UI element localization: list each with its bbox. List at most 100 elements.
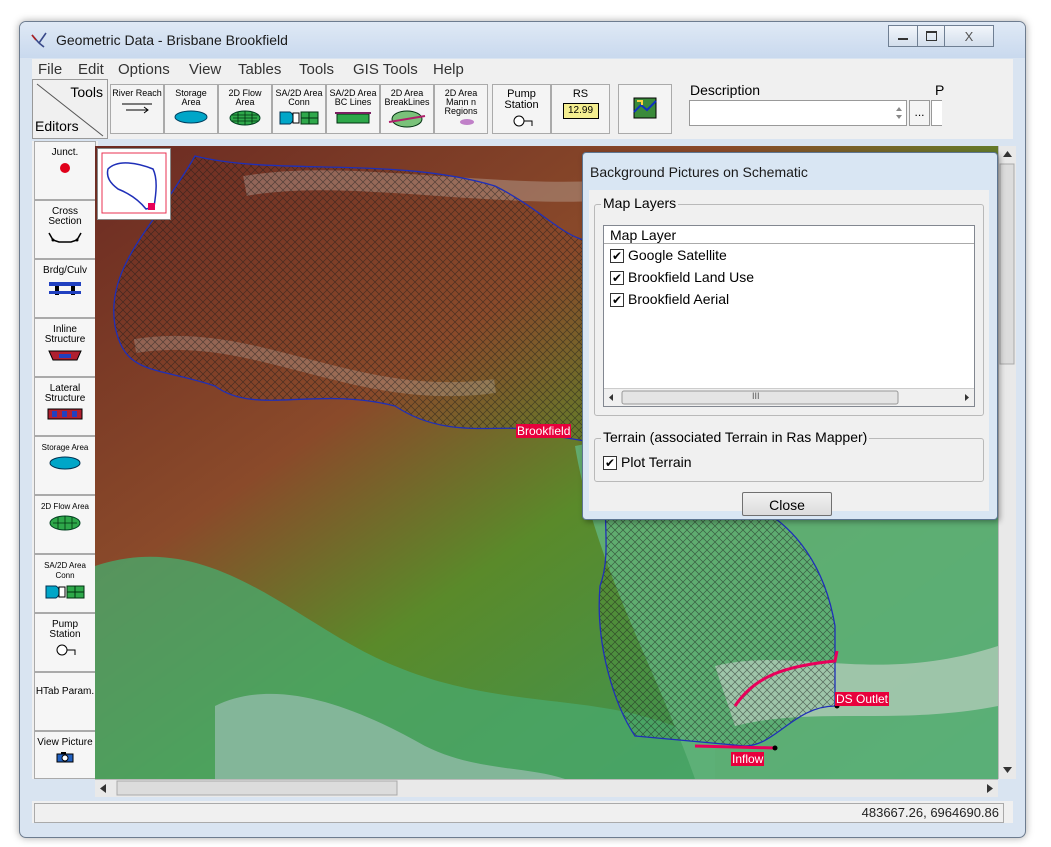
menu-file[interactable]: File bbox=[38, 61, 62, 78]
2d-flow-area-label: 2D Flow Area bbox=[228, 88, 262, 107]
storage-area-icon bbox=[49, 456, 81, 470]
overview-outline bbox=[101, 152, 167, 214]
left-toolbar: Junct. Cross Section Brdg/Culv Inline St… bbox=[32, 141, 98, 779]
mann-n-regions-button[interactable]: 2D Area Mann n Regions bbox=[434, 84, 488, 134]
dialog-close-button[interactable]: Close bbox=[742, 492, 832, 516]
bridge-culvert-label: Brdg/Culv bbox=[43, 265, 87, 276]
map-layers-list[interactable]: Map Layer ✔ Google Satellite ✔ Brookfiel… bbox=[603, 225, 975, 407]
maximize-button[interactable] bbox=[917, 25, 945, 47]
cross-section-button[interactable]: Cross Section bbox=[34, 200, 96, 259]
htab-param-button[interactable]: HTab Param. bbox=[34, 672, 96, 731]
menu-tables[interactable]: Tables bbox=[238, 61, 281, 78]
bc-lines-button[interactable]: SA/2D Area BC Lines bbox=[326, 84, 380, 134]
rs-button[interactable]: RS 12.99 bbox=[551, 84, 610, 134]
overview-inset-map[interactable] bbox=[97, 148, 171, 220]
left-sa-2d-conn-button[interactable]: SA/2D Area Conn bbox=[34, 554, 96, 613]
junction-icon bbox=[60, 163, 70, 173]
river-reach-label: River Reach bbox=[112, 88, 162, 98]
view-picture-button[interactable]: View Picture bbox=[34, 731, 96, 779]
tools-label: Tools bbox=[70, 84, 103, 100]
check-icon: ✔ bbox=[611, 249, 623, 263]
sa-2d-conn-button[interactable]: SA/2D Area Conn bbox=[272, 84, 326, 134]
minimize-icon bbox=[898, 38, 908, 40]
junction-button[interactable]: Junct. bbox=[34, 141, 96, 200]
plot-terrain-label: Plot Terrain bbox=[621, 454, 692, 470]
description-field[interactable] bbox=[689, 100, 907, 126]
storage-area-icon bbox=[174, 110, 208, 124]
layer-checkbox-google-satellite[interactable]: ✔ bbox=[610, 249, 624, 263]
left-storage-area-label: Storage Area bbox=[41, 443, 89, 452]
tools-editors-box: Tools Editors bbox=[32, 79, 108, 139]
spin-arrows-icon[interactable] bbox=[895, 104, 903, 122]
minimize-button[interactable] bbox=[888, 25, 918, 47]
breaklines-button[interactable]: 2D Area BreakLines bbox=[380, 84, 434, 134]
2d-flow-area-icon bbox=[49, 515, 81, 531]
left-pump-station-label: Pump Station bbox=[49, 619, 81, 640]
layer-checkbox-aerial[interactable]: ✔ bbox=[610, 293, 624, 307]
terrain-group-title: Terrain (associated Terrain in Ras Mappe… bbox=[601, 429, 870, 445]
river-reach-icon bbox=[122, 103, 152, 114]
background-pictures-dialog: Background Pictures on Schematic Map Lay… bbox=[582, 152, 998, 520]
map-layers-group-title: Map Layers bbox=[601, 195, 679, 211]
left-2d-flow-area-button[interactable]: 2D Flow Area bbox=[34, 495, 96, 554]
left-storage-area-button[interactable]: Storage Area bbox=[34, 436, 96, 495]
check-icon: ✔ bbox=[611, 271, 623, 285]
editor-toolbar: Tools Editors River Reach Storage Area 2… bbox=[32, 79, 1013, 139]
maximize-icon bbox=[925, 31, 937, 41]
left-pump-station-button[interactable]: Pump Station bbox=[34, 613, 96, 672]
layer-label-aerial: Brookfield Aerial bbox=[628, 291, 730, 307]
storage-area-button[interactable]: Storage Area bbox=[164, 84, 218, 134]
menu-help[interactable]: Help bbox=[433, 61, 464, 78]
map-label-inflow[interactable]: Inflow bbox=[731, 752, 765, 766]
editors-label: Editors bbox=[35, 118, 79, 134]
map-label-ds-outlet[interactable]: DS Outlet bbox=[835, 692, 890, 706]
layer-label-land-use: Brookfield Land Use bbox=[628, 269, 755, 285]
menu-gis-tools[interactable]: GIS Tools bbox=[353, 61, 418, 78]
sa-2d-conn-icon bbox=[45, 585, 85, 599]
plot-terrain-checkbox[interactable]: ✔ bbox=[603, 456, 617, 470]
menu-edit[interactable]: Edit bbox=[78, 61, 104, 78]
map-layers-group: Map Layers Map Layer ✔ Google Satellite … bbox=[594, 195, 984, 416]
bc-lines-icon bbox=[335, 112, 371, 124]
pump-station-button[interactable]: Pump Station bbox=[492, 84, 551, 134]
htab-param-label: HTab Param. bbox=[35, 686, 95, 697]
view-picture-label: View Picture bbox=[37, 737, 93, 748]
menu-view[interactable]: View bbox=[189, 61, 221, 78]
menu-tools[interactable]: Tools bbox=[299, 61, 334, 78]
lateral-structure-button[interactable]: Lateral Structure bbox=[34, 377, 96, 436]
layer-checkbox-land-use[interactable]: ✔ bbox=[610, 271, 624, 285]
cross-section-label: Cross Section bbox=[48, 206, 82, 227]
2d-flow-area-button[interactable]: 2D Flow Area bbox=[218, 84, 272, 134]
description-label: Description bbox=[690, 82, 761, 98]
menu-options[interactable]: Options bbox=[118, 61, 170, 78]
cross-section-icon bbox=[48, 232, 82, 243]
river-reach-button[interactable]: River Reach bbox=[110, 84, 164, 134]
map-layer-header-label: Map Layer bbox=[610, 227, 677, 243]
check-icon: ✔ bbox=[604, 456, 616, 470]
bc-lines-label: SA/2D Area BC Lines bbox=[329, 88, 377, 107]
cut-off-label: P bbox=[935, 82, 945, 98]
bridge-culvert-button[interactable]: Brdg/Culv bbox=[34, 259, 96, 318]
description-ellipsis-button[interactable]: ... bbox=[909, 100, 930, 126]
window-title: Geometric Data - Brisbane Brookfield bbox=[56, 32, 288, 48]
rs-icon: 12.99 bbox=[562, 103, 599, 119]
breaklines-icon bbox=[388, 110, 426, 128]
close-window-button[interactable]: X bbox=[944, 25, 994, 47]
inline-structure-button[interactable]: Inline Structure bbox=[34, 318, 96, 377]
menu-bar: File Edit Options View Tables Tools GIS … bbox=[32, 59, 1013, 79]
layer-label-google-satellite: Google Satellite bbox=[628, 247, 727, 263]
vertical-scroll-arrows bbox=[999, 151, 1015, 773]
list-horizontal-scrollbar[interactable]: III bbox=[604, 388, 974, 406]
rs-value: 12.99 bbox=[567, 105, 594, 116]
camera-icon bbox=[56, 752, 74, 763]
scroll-thumb-grip: III bbox=[752, 391, 760, 401]
background-map-button[interactable] bbox=[618, 84, 672, 134]
pump-station-icon bbox=[513, 115, 532, 127]
partial-field[interactable] bbox=[931, 100, 942, 126]
map-label-brookfield[interactable]: Brookfield bbox=[516, 424, 572, 438]
sa-2d-conn-label: SA/2D Area Conn bbox=[275, 88, 323, 107]
sa-2d-conn-icon bbox=[279, 111, 319, 125]
vertical-scrollbar[interactable] bbox=[998, 146, 1016, 779]
map-layer-column-header[interactable]: Map Layer bbox=[604, 226, 974, 244]
horizontal-scrollbar[interactable] bbox=[95, 779, 998, 797]
